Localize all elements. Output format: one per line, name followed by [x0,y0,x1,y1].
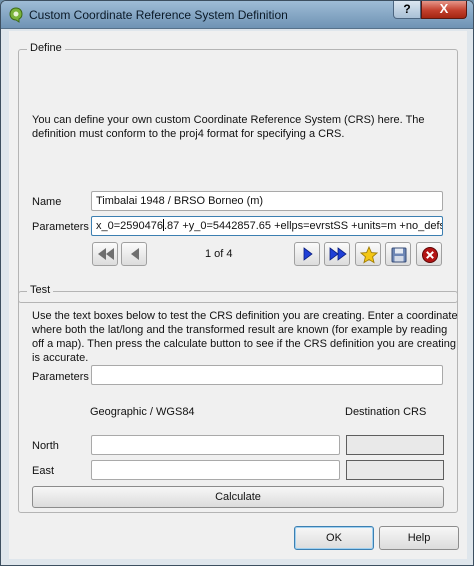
destination-north-output [346,435,444,455]
save-icon [391,247,407,263]
window-title: Custom Coordinate Reference System Defin… [29,8,288,22]
help-button[interactable]: Help [379,526,459,550]
test-group-legend: Test [27,284,54,296]
define-description-line-1: You can define your own custom Coordinat… [32,114,425,126]
define-group-legend: Define [27,42,65,54]
north-label: North [32,440,59,452]
last-record-button[interactable] [324,242,350,266]
test-parameters-input[interactable] [91,365,443,385]
destination-header: Destination CRS [345,406,427,418]
next-record-button[interactable] [294,242,320,266]
test-description-line-2: where both the lat/long and the transfor… [32,324,448,336]
test-description-line-4: is accurate. [32,352,89,364]
destination-east-output [346,460,444,480]
crs-definition-dialog: Custom Coordinate Reference System Defin… [0,0,474,566]
help-button-label: Help [407,532,431,544]
qgis-app-icon [9,7,23,23]
previous-icon [131,248,139,260]
test-parameters-label: Parameters [32,371,89,383]
calculate-button-label: Calculate [215,491,261,503]
geographic-header: Geographic / WGS84 [90,406,195,418]
record-counter: 1 of 4 [205,248,233,260]
ok-button[interactable]: OK [294,526,374,550]
dialog-body: Define You can define your own custom Co… [9,31,467,559]
parameters-value-after-caret: .87 +y_0=5442857.65 +ellps=evrstSS +unit… [163,220,443,232]
parameters-value-before-caret: x_0=2590476 [96,220,163,232]
east-label: East [32,465,55,477]
title-help-button[interactable]: ? [393,1,421,19]
define-description-line-2: definition must conform to the proj4 for… [32,128,345,140]
test-description-line-3: off a map). Then press the calculate but… [32,338,456,350]
next-icon [303,247,313,261]
first-record-button[interactable] [92,242,118,266]
delete-icon [422,247,438,263]
save-crs-button[interactable] [385,242,411,266]
north-input[interactable] [91,435,340,455]
name-input[interactable]: Timbalai 1948 / BRSO Borneo (m) [91,191,443,211]
help-glyph: ? [403,2,411,16]
delete-crs-button[interactable] [416,242,442,266]
name-label: Name [32,196,62,208]
star-icon [360,246,378,264]
east-input[interactable] [91,460,340,480]
parameters-input[interactable]: x_0=2590476.87 +y_0=5442857.65 +ellps=ev… [91,216,443,236]
test-description-line-1: Use the text boxes below to test the CRS… [32,310,458,322]
title-bar[interactable]: Custom Coordinate Reference System Defin… [1,1,473,29]
close-icon: X [439,1,449,16]
rewind-icon [98,248,114,260]
ok-button-label: OK [326,532,342,544]
parameters-label: Parameters [32,221,89,233]
previous-record-button[interactable] [121,242,147,266]
calculate-button[interactable]: Calculate [32,486,444,508]
name-input-value: Timbalai 1948 / BRSO Borneo (m) [96,195,264,207]
fast-forward-icon [329,247,347,261]
new-crs-button[interactable] [355,242,381,266]
title-close-button[interactable]: X [421,1,467,19]
